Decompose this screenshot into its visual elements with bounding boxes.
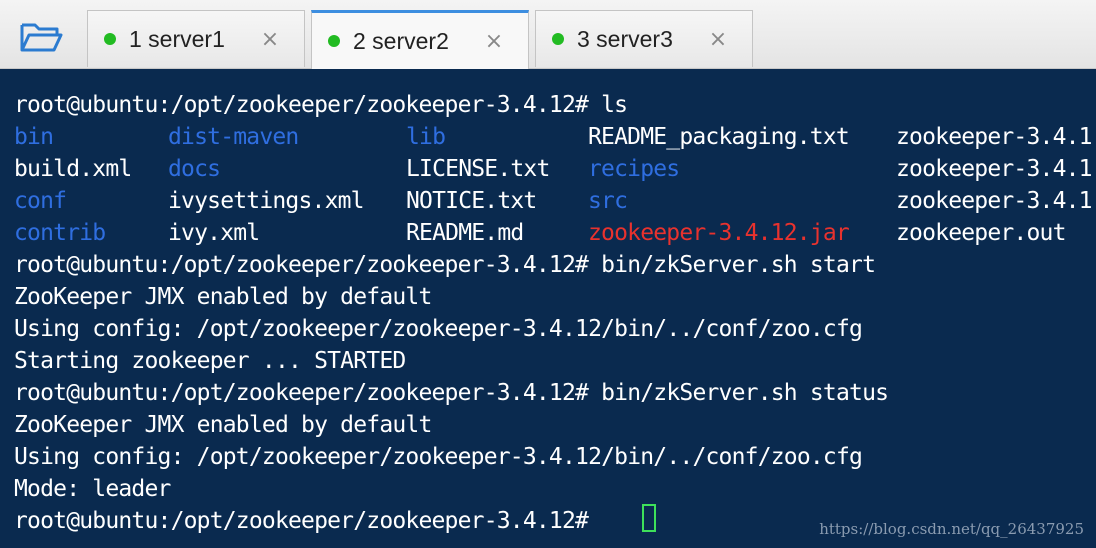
- status-dot: [328, 35, 340, 47]
- tab-server3[interactable]: 3 server3 ×: [535, 10, 753, 67]
- open-folder-button[interactable]: [16, 18, 66, 56]
- ls-entry-file: ivy.xml: [168, 220, 260, 246]
- ls-entry-dir: bin: [14, 124, 54, 150]
- close-icon[interactable]: ×: [705, 27, 731, 52]
- ls-entry-archive: zookeeper-3.4.12.jar: [588, 220, 850, 246]
- tab-server1[interactable]: 1 server1 ×: [87, 10, 305, 67]
- ls-entry-dir: contrib: [14, 220, 106, 246]
- tab-label: 3 server3: [577, 25, 673, 52]
- ls-entry-file: zookeeper.out: [896, 220, 1066, 246]
- output-line: Starting zookeeper ... STARTED: [14, 348, 406, 374]
- prompt-line: root@ubuntu:/opt/zookeeper/zookeeper-3.4…: [14, 92, 628, 118]
- ls-entry-dir: dist-maven: [168, 124, 299, 150]
- close-icon[interactable]: ×: [257, 27, 283, 52]
- terminal-cursor: [642, 504, 656, 532]
- ls-entry-file: README_packaging.txt: [588, 124, 850, 150]
- output-line: ZooKeeper JMX enabled by default: [14, 412, 432, 438]
- output-line: Mode: leader: [14, 476, 171, 502]
- ls-entry-dir: docs: [168, 156, 221, 182]
- prompt-line: root@ubuntu:/opt/zookeeper/zookeeper-3.4…: [14, 508, 602, 534]
- ls-entry-dir: conf: [14, 188, 67, 214]
- ls-entry-dir: recipes: [588, 156, 680, 182]
- ls-entry-file: build.xml: [14, 156, 132, 182]
- status-dot: [104, 33, 116, 45]
- ls-entry-file: zookeeper-3.4.1: [896, 188, 1093, 214]
- ls-entry-dir: lib: [406, 124, 446, 150]
- ls-entry-file: zookeeper-3.4.1: [896, 124, 1093, 150]
- ls-entry-file: zookeeper-3.4.1: [896, 156, 1093, 182]
- status-dot: [552, 33, 564, 45]
- tab-bar: 1 server1 × 2 server2 × 3 server3 ×: [0, 0, 1096, 69]
- ls-entry-file: README.md: [406, 220, 524, 246]
- tab-label: 1 server1: [129, 25, 225, 52]
- close-icon[interactable]: ×: [481, 29, 507, 54]
- ls-entry-dir: src: [588, 188, 628, 214]
- ls-entry-file: LICENSE.txt: [406, 156, 550, 182]
- ls-entry-file: ivysettings.xml: [168, 188, 365, 214]
- ls-entry-file: NOTICE.txt: [406, 188, 537, 214]
- tab-server2[interactable]: 2 server2 ×: [311, 10, 529, 69]
- folder-icon: [20, 23, 63, 52]
- prompt-line: root@ubuntu:/opt/zookeeper/zookeeper-3.4…: [14, 380, 889, 406]
- tab-label: 2 server2: [353, 27, 449, 54]
- output-line: Using config: /opt/zookeeper/zookeeper-3…: [14, 316, 863, 342]
- prompt-line: root@ubuntu:/opt/zookeeper/zookeeper-3.4…: [14, 252, 876, 278]
- watermark: https://blog.csdn.net/qq_26437925: [819, 520, 1084, 538]
- output-line: ZooKeeper JMX enabled by default: [14, 284, 432, 310]
- output-line: Using config: /opt/zookeeper/zookeeper-3…: [14, 444, 863, 470]
- terminal-output[interactable]: root@ubuntu:/opt/zookeeper/zookeeper-3.4…: [0, 69, 1096, 548]
